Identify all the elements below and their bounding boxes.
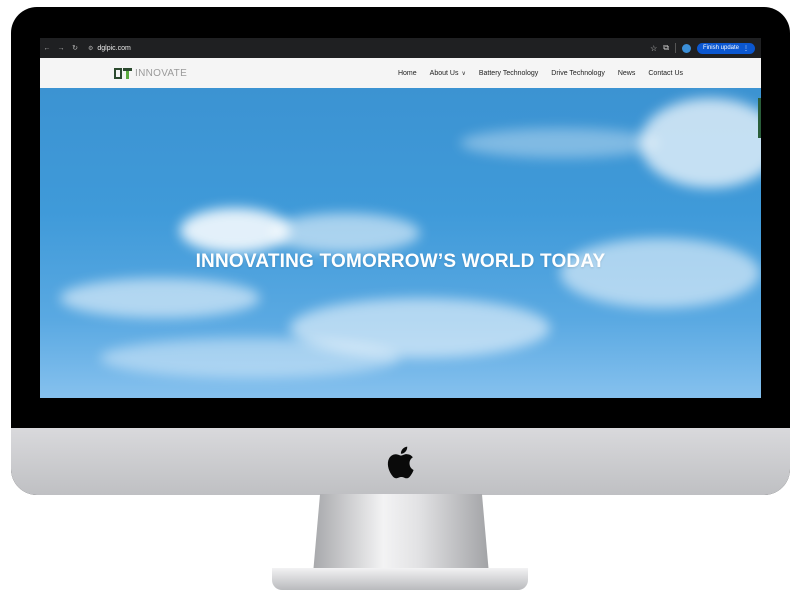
forward-arrow-icon[interactable]: → — [54, 45, 68, 52]
site-header: INNOVATE Home About Us ∨ Battery Technol… — [40, 58, 761, 89]
site-logo[interactable]: INNOVATE — [114, 67, 188, 79]
cloud — [460, 128, 660, 158]
cloud — [270, 213, 420, 253]
logo-text: INNOVATE — [135, 67, 188, 79]
hero-banner: INNOVATING TOMORROW’S WORLD TODAY — [40, 88, 761, 398]
more-menu-icon: ⋮ — [743, 45, 749, 52]
nav-about-us[interactable]: About Us ∨ — [430, 70, 466, 77]
cloud — [560, 238, 760, 308]
extensions-icon[interactable]: ⧉ — [663, 43, 669, 53]
logo-mark-icon — [114, 67, 132, 79]
cloud — [60, 278, 260, 318]
monitor-stand — [313, 494, 489, 574]
toolbar-divider — [674, 43, 676, 53]
nav-battery-technology[interactable]: Battery Technology — [479, 70, 538, 77]
nav-contact-us[interactable]: Contact Us — [648, 70, 683, 77]
chevron-down-icon: ∨ — [461, 70, 466, 77]
main-nav: Home About Us ∨ Battery Technology Drive… — [398, 70, 683, 77]
monitor-chin — [11, 428, 790, 495]
toolbar-right: ☆ ⧉ Finish update ⋮ — [650, 42, 761, 54]
browser-toolbar: ← → ↻ ⚙ dglpic.com ☆ ⧉ Finish update ⋮ — [40, 38, 761, 58]
nav-home[interactable]: Home — [398, 70, 417, 77]
nav-about-us-label: About Us — [429, 69, 459, 77]
cloud — [100, 338, 400, 378]
back-arrow-icon[interactable]: ← — [40, 45, 54, 52]
monitor-stand-base — [272, 568, 528, 590]
bookmark-star-icon[interactable]: ☆ — [650, 44, 657, 53]
profile-avatar[interactable] — [681, 43, 691, 53]
site-info-icon[interactable]: ⚙ — [88, 45, 93, 52]
nav-news[interactable]: News — [618, 70, 636, 77]
hero-title: INNOVATING TOMORROW’S WORLD TODAY — [195, 251, 606, 272]
reload-icon[interactable]: ↻ — [68, 44, 82, 52]
apple-logo-icon — [387, 446, 414, 479]
page-edge-strip — [758, 98, 761, 138]
finish-update-button[interactable]: Finish update ⋮ — [696, 42, 755, 54]
finish-update-label: Finish update — [702, 45, 739, 51]
monitor-bezel: ← → ↻ ⚙ dglpic.com ☆ ⧉ Finish update ⋮ I… — [11, 7, 790, 495]
nav-drive-technology[interactable]: Drive Technology — [551, 70, 605, 77]
address-bar[interactable]: dglpic.com — [97, 45, 130, 52]
browser-window: ← → ↻ ⚙ dglpic.com ☆ ⧉ Finish update ⋮ I… — [40, 38, 761, 398]
